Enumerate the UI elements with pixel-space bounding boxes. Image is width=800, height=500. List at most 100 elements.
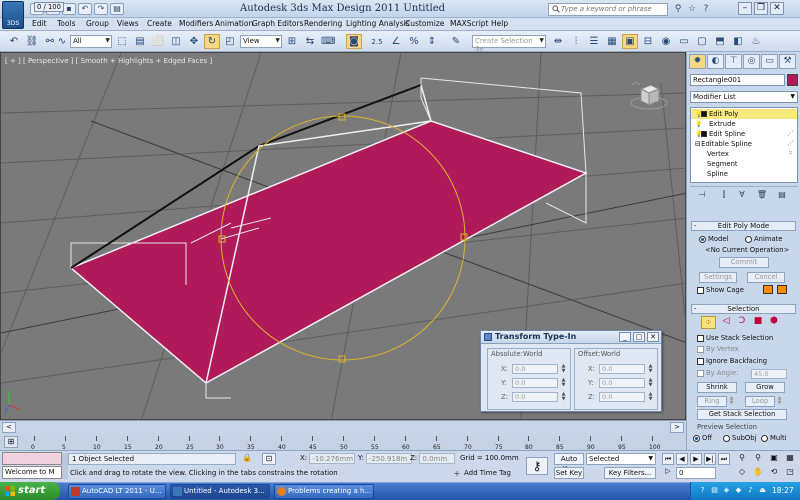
named-selection-sets-input[interactable]: Create Selection Se ▼ [472, 35, 546, 53]
utilities-tab-icon[interactable]: ⚒ [779, 54, 796, 69]
stack-item-editable-spline[interactable]: ⊟ Editable Spline ⋰ [691, 139, 797, 149]
absolute-y-field[interactable]: 0.0 [512, 378, 558, 388]
cage-color-swatch-2[interactable] [777, 285, 787, 294]
taskbar-item-autocad[interactable]: AutoCAD LT 2011 - U... [68, 484, 166, 499]
element-mode-icon[interactable]: ⬢ [767, 316, 781, 329]
get-stack-selection-button[interactable]: Get Stack Selection [697, 409, 787, 420]
by-vertex-check[interactable] [697, 345, 704, 353]
teapot-render-icon[interactable]: ♨ [748, 34, 764, 49]
y-coordinate-field[interactable]: -250.918m [365, 453, 412, 464]
tray-help-icon[interactable]: ? [698, 486, 707, 495]
model-radio-button[interactable] [699, 235, 706, 243]
grow-button[interactable]: Grow [745, 382, 785, 393]
layer-manager-icon[interactable]: ☰ [586, 34, 602, 49]
zoom-icon[interactable]: ⚲ [736, 453, 748, 465]
absolute-z-field[interactable]: 0.0 [512, 392, 558, 402]
absolute-mode-transform-icon[interactable]: ⊡ [262, 453, 276, 465]
edit-named-selection-icon[interactable]: ✎ [448, 34, 464, 49]
menu-rendering[interactable]: Rendering [304, 19, 342, 28]
goto-end-icon[interactable]: ⏭ [718, 453, 730, 465]
select-scale-icon[interactable]: ◰ [222, 34, 238, 49]
tray-safely-remove-icon[interactable]: ⏏ [758, 486, 767, 495]
tray-security-icon[interactable]: ◈ [722, 486, 731, 495]
snaps-toggle-icon[interactable]: ◙ [346, 34, 362, 49]
tray-network-icon[interactable]: ▤ [710, 486, 719, 495]
menu-maxscript[interactable]: MAXScript [450, 19, 489, 28]
dialog-maximize-button[interactable]: □ [633, 332, 645, 342]
offset-x-spinner[interactable]: ▲ ▼ [647, 364, 654, 374]
time-slider-prev-icon[interactable]: < [2, 422, 16, 433]
curve-editor-icon[interactable]: ▣ [622, 34, 638, 49]
material-editor-icon[interactable]: ◉ [658, 34, 674, 49]
render-iterative-icon[interactable]: ◧ [730, 34, 746, 49]
absolute-y-spinner[interactable]: ▲ ▼ [560, 378, 567, 388]
menu-create[interactable]: Create [147, 19, 172, 28]
modifier-list-dropdown[interactable]: Modifier List ▼ [690, 91, 798, 103]
set-keys-key-icon[interactable]: ⚷ [526, 457, 548, 475]
undo-toolbar-icon[interactable]: ↶ [6, 34, 22, 49]
offset-z-field[interactable]: 0.0 [599, 392, 645, 402]
edge-mode-icon[interactable]: ◁ [719, 316, 733, 329]
snap-25d-toggle[interactable]: 2.5 [368, 34, 386, 49]
ring-spinner[interactable]: ▲ ▼ [728, 396, 735, 407]
stack-item-extrude[interactable]: 💡 Extrude [691, 119, 797, 129]
key-mode-toggle-icon[interactable]: ▷ [662, 467, 674, 479]
offset-x-field[interactable]: 0.0 [599, 364, 645, 374]
select-link-icon[interactable]: ⛓ [24, 34, 40, 49]
by-angle-field[interactable]: 45.0 [751, 369, 787, 379]
by-angle-checkbox[interactable]: By Angle: [697, 369, 738, 377]
time-slider[interactable] [0, 420, 686, 434]
remove-modifier-icon[interactable]: 🗑 [756, 190, 768, 201]
time-slider-next-icon[interactable]: > [670, 422, 684, 433]
cancel-button[interactable]: Cancel [747, 272, 785, 283]
stack-item-edit-poly[interactable]: 💡 Edit Poly [691, 109, 797, 119]
selection-rollout-header[interactable]: - Selection [691, 304, 796, 314]
rectangular-selection-icon[interactable]: ⬜ [150, 34, 166, 49]
maxscript-output[interactable]: Welcome to M [2, 466, 62, 479]
minimize-button[interactable]: – [738, 2, 752, 15]
ignore-backfacing-checkbox[interactable]: Ignore Backfacing [697, 357, 767, 365]
zoom-extents-icon[interactable]: ▣ [768, 453, 780, 465]
time-slider-thumb[interactable]: 0 / 100 [34, 2, 64, 12]
preview-off-radio[interactable]: Off [693, 434, 712, 442]
zoom-extents-all-icon[interactable]: ▦ [784, 453, 796, 465]
tray-autodesk-icon[interactable]: ◆ [734, 486, 743, 495]
key-filters-button[interactable]: Key Filters... [604, 467, 656, 479]
preview-multi-radio[interactable]: Multi [761, 434, 787, 442]
x-coordinate-field[interactable]: -10.276mm [309, 453, 356, 464]
ignore-backfacing-check[interactable] [697, 357, 704, 365]
communication-center-icon[interactable]: ⚲ [672, 3, 684, 15]
previous-frame-icon[interactable]: ◀ [676, 453, 688, 465]
menu-graph-editors[interactable]: Graph Editors [252, 19, 304, 28]
stack-subitem-segment[interactable]: Segment [691, 159, 797, 169]
add-time-tag-button[interactable]: Add Time Tag [464, 469, 511, 477]
pivot-center-icon[interactable]: ⊞ [284, 34, 300, 49]
pin-stack-icon[interactable]: ⊣ [696, 190, 708, 201]
ring-button[interactable]: Ring [697, 396, 727, 407]
absolute-x-field[interactable]: 0.0 [512, 364, 558, 374]
object-color-swatch[interactable] [787, 74, 798, 86]
goto-start-icon[interactable]: ⏮ [662, 453, 674, 465]
absolute-x-spinner[interactable]: ▲ ▼ [560, 364, 567, 374]
next-frame-icon[interactable]: ▶| [704, 453, 716, 465]
tray-volume-icon[interactable]: ♪ [746, 486, 755, 495]
offset-z-spinner[interactable]: ▲ ▼ [647, 392, 654, 402]
vertex-mode-icon[interactable]: ⁘ [701, 316, 716, 329]
taskbar-item-firefox[interactable]: Problems creating a h... [274, 484, 374, 499]
z-coordinate-field[interactable]: 0.0mm [419, 453, 456, 464]
align-icon[interactable]: ⫶ [568, 34, 584, 49]
select-manipulate-icon[interactable]: ⇆ [302, 34, 318, 49]
lock-selection-icon[interactable]: 🔒 [240, 453, 254, 465]
offset-y-spinner[interactable]: ▲ ▼ [647, 378, 654, 388]
model-radio[interactable]: Model [699, 235, 728, 243]
spinner-snap-icon[interactable]: ⇕ [424, 34, 440, 49]
select-object-icon[interactable]: ⬚ [114, 34, 130, 49]
taskbar-item-3dsmax[interactable]: Untitled - Autodesk 3... [170, 484, 270, 499]
graphite-ribbon-icon[interactable]: ▦ [604, 34, 620, 49]
show-cage-check[interactable] [697, 286, 704, 294]
dialog-close-button[interactable]: ✕ [647, 332, 659, 342]
search-input[interactable]: Type a keyword or phrase [548, 3, 668, 16]
project-folder-icon[interactable]: ▤ [110, 3, 124, 15]
undo-icon[interactable]: ↶ [78, 3, 92, 15]
reference-coordinate-dropdown[interactable]: View ▼ [240, 35, 282, 48]
